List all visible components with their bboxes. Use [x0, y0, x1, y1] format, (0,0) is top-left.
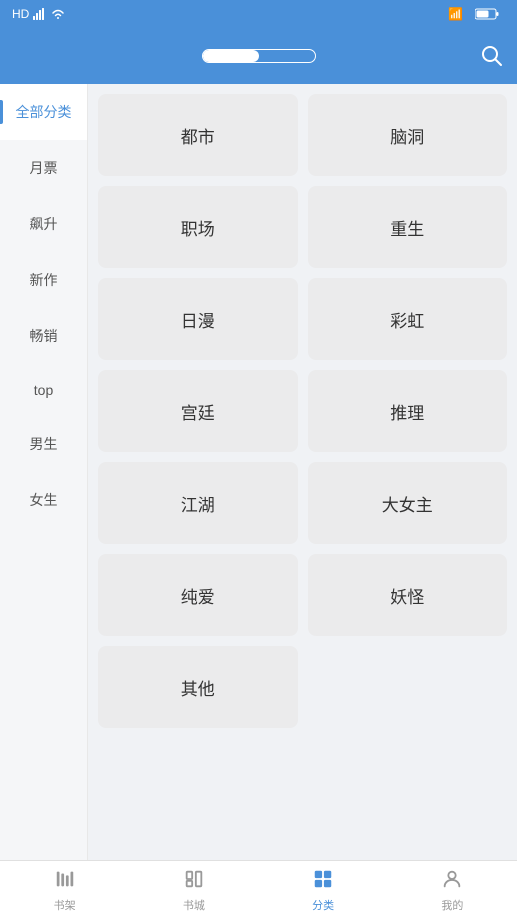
category-card-naodong[interactable]: 脑洞 — [308, 94, 508, 176]
category-card-tuili[interactable]: 推理 — [308, 370, 508, 452]
status-right: 📶 — [448, 7, 505, 21]
signal-icon — [33, 8, 47, 20]
category-card-riman[interactable]: 日漫 — [98, 278, 298, 360]
bottom-nav: 书架 书城 分类 我的 — [0, 860, 517, 920]
tab-toggle — [202, 49, 316, 63]
bluetooth-icon: 📶 — [448, 7, 463, 21]
category-area: 都市脑洞职场重生日漫彩虹宫廷推理江湖大女主纯爱妖怪其他 — [88, 84, 517, 860]
nav-label-store: 书城 — [183, 897, 205, 913]
search-icon — [481, 45, 503, 67]
store-icon — [183, 868, 205, 894]
nav-label-shelf: 书架 — [54, 897, 76, 913]
status-bar: HD 📶 — [0, 0, 517, 28]
battery-icon — [475, 8, 499, 20]
sidebar-item-monthly[interactable]: 月票 — [0, 140, 87, 196]
sidebar-item-female[interactable]: 女生 — [0, 472, 87, 528]
tab-novel[interactable] — [203, 50, 259, 62]
category-card-chongsheng[interactable]: 重生 — [308, 186, 508, 268]
category-card-qita[interactable]: 其他 — [98, 646, 298, 728]
category-card-caihong[interactable]: 彩虹 — [308, 278, 508, 360]
category-card-dushi[interactable]: 都市 — [98, 94, 298, 176]
sidebar-item-bestseller[interactable]: 畅销 — [0, 308, 87, 364]
sidebar-item-all[interactable]: 全部分类 — [0, 84, 87, 140]
sidebar-item-top[interactable]: top — [0, 364, 87, 416]
category-card-yaoguai[interactable]: 妖怪 — [308, 554, 508, 636]
nav-label-mine: 我的 — [441, 897, 463, 913]
nav-item-shelf[interactable]: 书架 — [0, 868, 129, 913]
header — [0, 28, 517, 84]
category-card-danvzhu[interactable]: 大女主 — [308, 462, 508, 544]
status-left: HD — [12, 7, 65, 21]
category-card-gongting[interactable]: 宫廷 — [98, 370, 298, 452]
main-content: 全部分类月票飙升新作畅销top男生女生 都市脑洞职场重生日漫彩虹宫廷推理江湖大女… — [0, 84, 517, 860]
shelf-icon — [54, 868, 76, 894]
category-card-zhichang[interactable]: 职场 — [98, 186, 298, 268]
sidebar-item-rising[interactable]: 飙升 — [0, 196, 87, 252]
category-grid: 都市脑洞职场重生日漫彩虹宫廷推理江湖大女主纯爱妖怪其他 — [98, 94, 507, 728]
sidebar: 全部分类月票飙升新作畅销top男生女生 — [0, 84, 88, 860]
nav-item-mine[interactable]: 我的 — [388, 868, 517, 913]
tab-manga[interactable] — [259, 50, 315, 62]
nav-item-category[interactable]: 分类 — [259, 868, 388, 913]
sidebar-item-newwork[interactable]: 新作 — [0, 252, 87, 308]
category-icon — [312, 868, 334, 894]
status-signal: HD — [12, 7, 29, 21]
nav-label-category: 分类 — [312, 897, 334, 913]
nav-item-store[interactable]: 书城 — [129, 868, 258, 913]
category-card-chunai[interactable]: 纯爱 — [98, 554, 298, 636]
sidebar-item-male[interactable]: 男生 — [0, 416, 87, 472]
mine-icon — [441, 868, 463, 894]
search-button[interactable] — [481, 45, 503, 67]
category-card-jianghu[interactable]: 江湖 — [98, 462, 298, 544]
wifi-icon — [51, 8, 65, 20]
